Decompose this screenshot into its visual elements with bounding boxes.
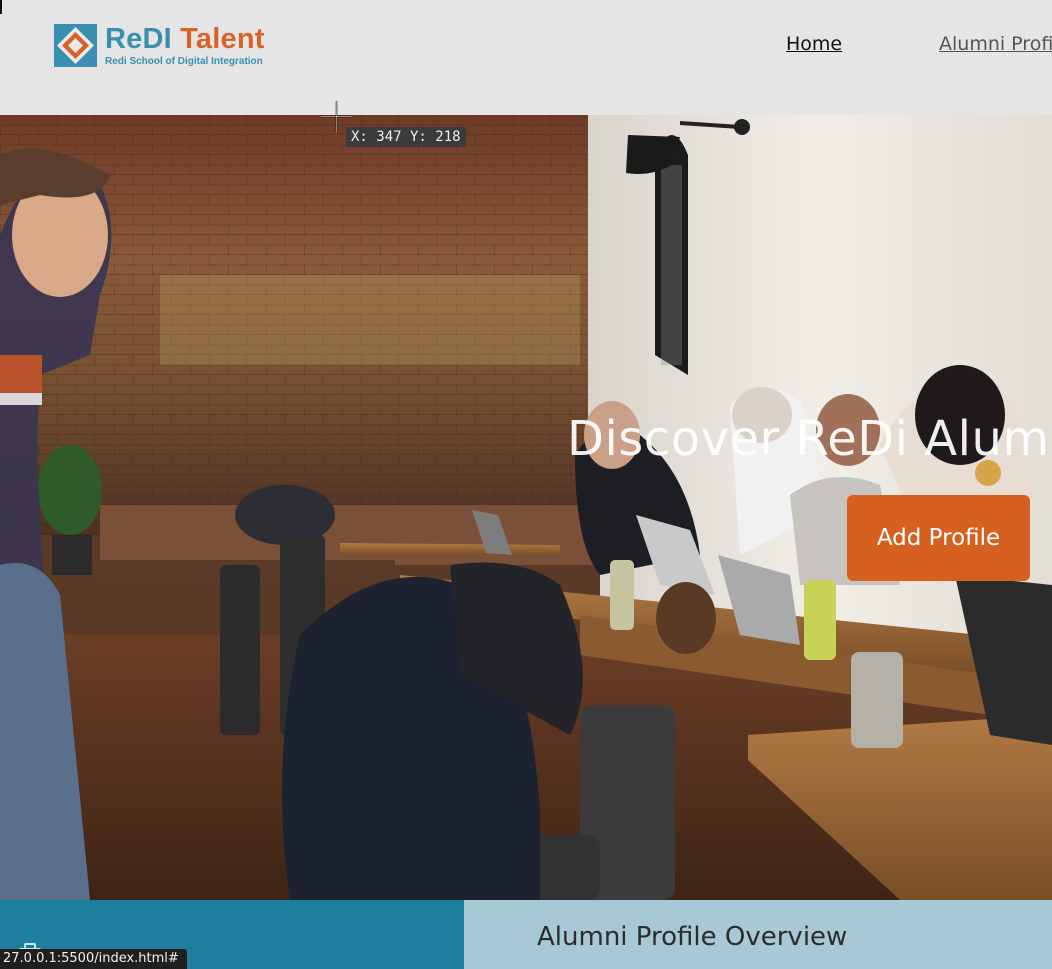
- hero-title: Discover ReDi Alumni: [567, 411, 1052, 467]
- add-profile-button[interactable]: Add Profile: [847, 495, 1030, 581]
- redi-talent-logo[interactable]: ReDI Talent Redi School of Digital Integ…: [54, 21, 294, 69]
- status-bar-url: 27.0.0.1:5500/index.html#: [0, 949, 187, 969]
- crosshair-cursor-icon: [321, 101, 352, 132]
- logo-subtitle: Redi School of Digital Integration: [105, 55, 263, 67]
- overview-header-panel: Alumni Profile Overview: [464, 900, 1052, 969]
- nav-alumni-profiles-link[interactable]: Alumni Profiles: [939, 33, 1052, 55]
- logo-title: ReDI Talent: [105, 24, 265, 54]
- logo-title-redi: ReDI: [105, 22, 172, 55]
- page: ReDI Talent Redi School of Digital Integ…: [0, 0, 1052, 969]
- alumni-profile-overview-heading: Alumni Profile Overview: [537, 922, 848, 952]
- site-header: ReDI Talent Redi School of Digital Integ…: [0, 0, 1052, 115]
- redi-logo-icon: [54, 23, 97, 67]
- logo-title-talent: Talent: [180, 22, 265, 55]
- nav-home-link[interactable]: Home: [786, 33, 842, 55]
- coordinate-readout: X: 347 Y: 218: [346, 127, 466, 147]
- text-cursor-marker: [0, 0, 2, 14]
- hero-section: Discover ReDi Alumni Add Profile: [0, 115, 1052, 900]
